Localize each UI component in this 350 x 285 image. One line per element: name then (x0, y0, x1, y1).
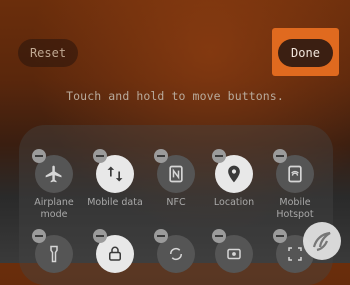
remove-icon[interactable] (32, 229, 46, 243)
tile-airplane-mode[interactable]: Airplane mode (23, 149, 85, 221)
reset-button[interactable]: Reset (18, 39, 78, 67)
done-button[interactable]: Done (278, 39, 333, 67)
quick-settings-panel: Airplane mode Mobile data NFC Location M… (19, 125, 333, 285)
remove-icon[interactable] (32, 149, 46, 163)
tile-label: Mobile data (87, 197, 143, 208)
tile-screen-record[interactable] (203, 229, 265, 273)
tile-sync[interactable] (145, 229, 207, 273)
tile-mobile-hotspot[interactable]: Mobile Hotspot (264, 149, 326, 221)
tile-label: NFC (166, 197, 186, 208)
remove-icon[interactable] (212, 149, 226, 163)
tile-nfc[interactable]: NFC (145, 149, 207, 209)
remove-icon[interactable] (154, 149, 168, 163)
tile-label: Mobile Hotspot (276, 197, 314, 220)
tile-label: Location (213, 197, 255, 208)
remove-icon[interactable] (154, 229, 168, 243)
watermark-logo (303, 222, 341, 260)
hint-text: Touch and hold to move buttons. (66, 89, 284, 103)
remove-icon[interactable] (93, 229, 107, 243)
tile-flashlight[interactable] (23, 229, 85, 273)
remove-icon[interactable] (273, 229, 287, 243)
done-highlight: Done (272, 28, 339, 76)
tile-location[interactable]: Location (203, 149, 265, 209)
tile-label: Airplane mode (34, 197, 74, 220)
remove-icon[interactable] (212, 229, 226, 243)
remove-icon[interactable] (93, 149, 107, 163)
tile-lock[interactable] (84, 229, 146, 273)
remove-icon[interactable] (273, 149, 287, 163)
tile-mobile-data[interactable]: Mobile data (84, 149, 146, 209)
